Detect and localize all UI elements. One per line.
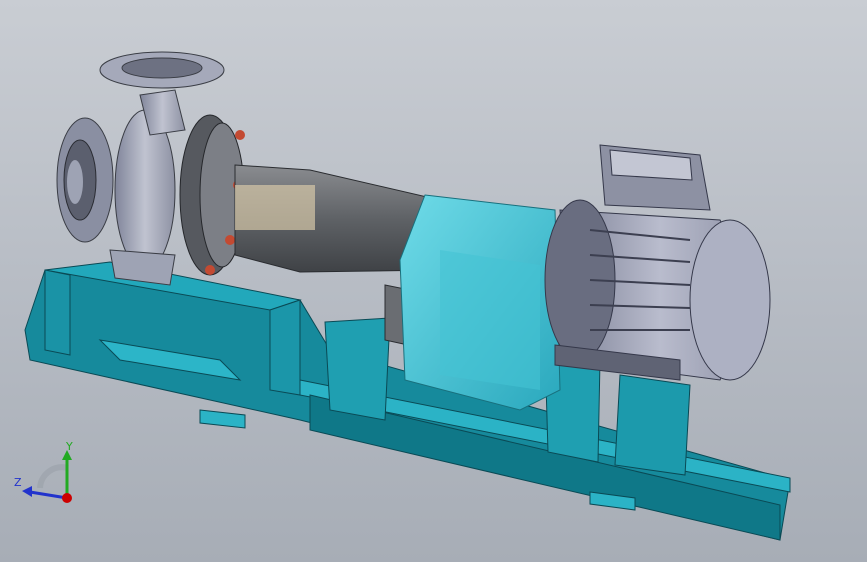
coupling-guard[interactable]: [399, 194, 561, 411]
x-axis-dot: [62, 493, 72, 503]
coordinate-triad: Y Z: [10, 440, 90, 510]
y-axis-label: Y: [66, 440, 73, 453]
z-axis-arrow: [29, 490, 68, 500]
3d-model-view[interactable]: [0, 0, 867, 562]
electric-motor[interactable]: [544, 144, 771, 381]
z-axis-label: Z: [14, 476, 22, 489]
graphics-viewport[interactable]: Y Z: [0, 0, 867, 562]
